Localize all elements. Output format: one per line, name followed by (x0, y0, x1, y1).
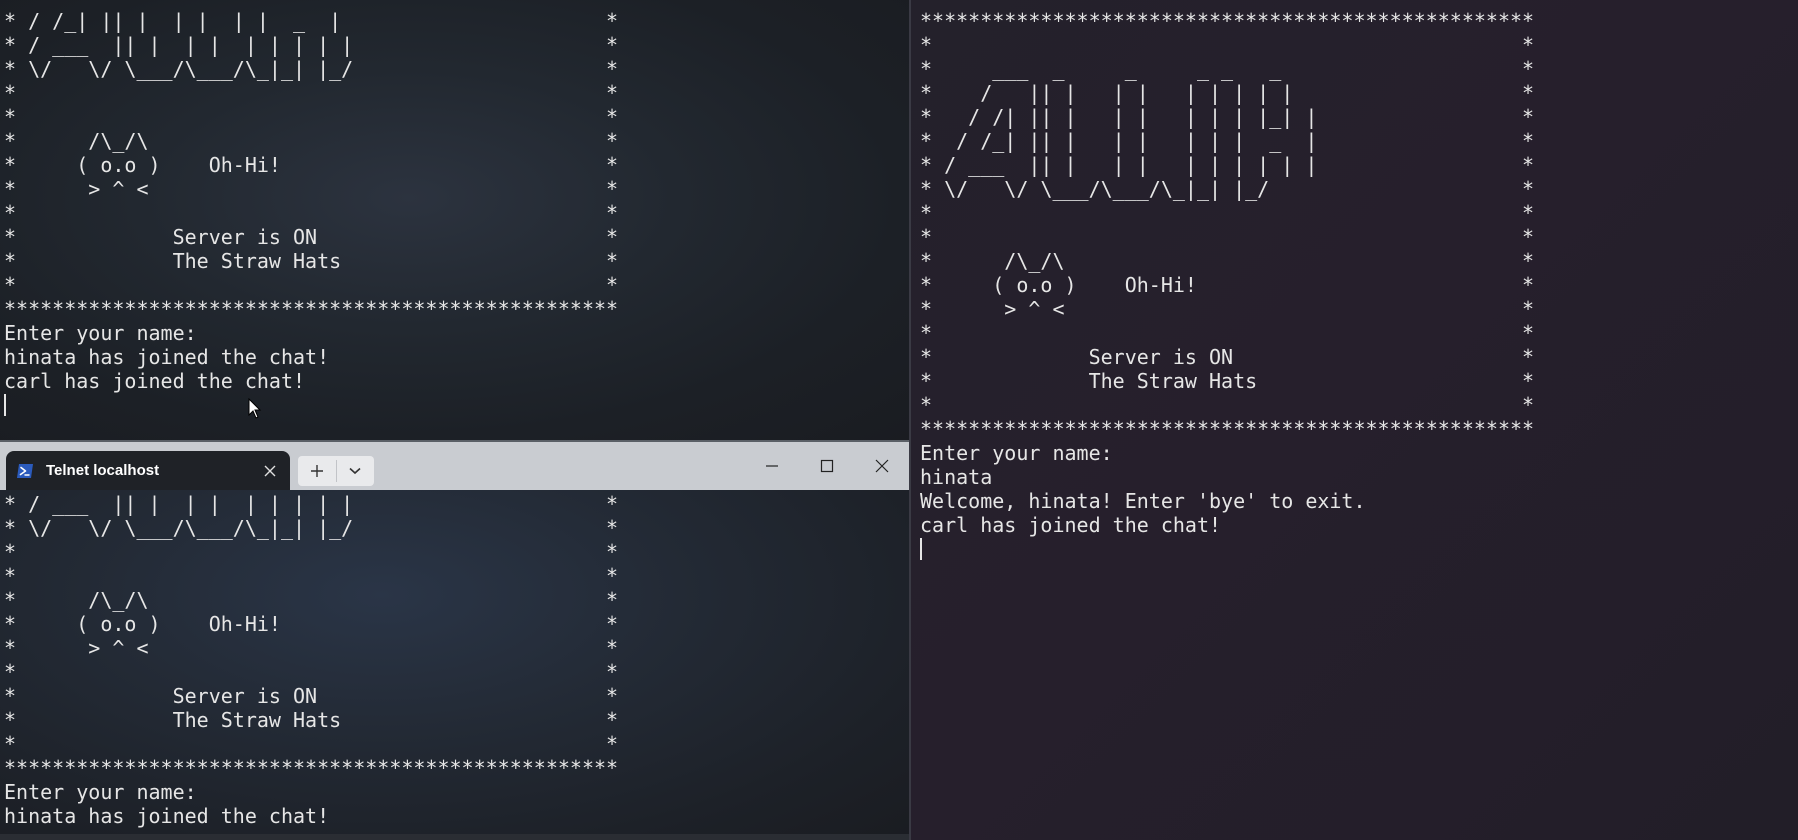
right-terminal-output: ****************************************… (920, 9, 1534, 561)
right-terminal-pane[interactable]: ****************************************… (911, 0, 1798, 840)
terminal-line: * \/ \/ \___/\___/\_|_| |_/ * (4, 516, 619, 540)
terminal-line: * The Straw Hats * (4, 708, 619, 732)
terminal-line: * ( o.o ) Oh-Hi! * (4, 153, 619, 177)
maximize-button[interactable] (799, 442, 854, 490)
terminal-line: * \/ \/ \___/\___/\_|_| |_/ * (4, 57, 619, 81)
terminal-line: * * (4, 660, 619, 684)
terminal-line: ****************************************… (4, 297, 619, 321)
tab-title: Telnet localhost (46, 462, 160, 479)
terminal-line: * / ___ || | | | | | | | | * (4, 492, 619, 516)
terminal-line: carl has joined the chat! (920, 513, 1222, 537)
terminal-line: * * (4, 81, 619, 105)
terminal-line: * Server is ON * (920, 345, 1535, 369)
window-controls (744, 442, 909, 490)
terminal-line: * * (4, 564, 619, 588)
terminal-line: hinata has joined the chat! (4, 804, 330, 828)
terminal-line: * / ___ || | | | | | | | | | * (920, 153, 1535, 177)
terminal-line: * * (920, 321, 1535, 345)
terminal-line: Enter your name: (4, 321, 197, 345)
minimize-icon (765, 465, 778, 467)
close-icon (875, 459, 888, 473)
terminal-line: * > ^ < * (920, 297, 1535, 321)
terminal-line: * /\_/\ * (4, 588, 619, 612)
tab-dropdown-button[interactable] (336, 456, 374, 486)
terminal-line: * Server is ON * (4, 225, 619, 249)
desktop: * / /_| || | | | | | _ | * * / ___ || | … (0, 0, 1798, 840)
terminal-line: * / /_| || | | | | | | _ | * (920, 129, 1535, 153)
terminal-line: ****************************************… (920, 417, 1535, 441)
terminal-line: hinata has joined the chat! (4, 345, 330, 369)
terminal-line: * ( o.o ) Oh-Hi! * (920, 273, 1535, 297)
powershell-icon (17, 463, 33, 478)
terminal-line: * / || | | | | | | | | * (920, 81, 1535, 105)
chevron-down-icon (349, 467, 361, 475)
terminal-line: * * (920, 33, 1535, 57)
terminal-line: * The Straw Hats * (4, 249, 619, 273)
terminal-line: * / /| || | | | | | | |_| | * (920, 105, 1535, 129)
top-left-terminal-output: * / /_| || | | | | | _ | * * / ___ || | … (4, 9, 618, 417)
plus-icon (310, 465, 323, 477)
terminal-line: ****************************************… (4, 756, 619, 780)
close-icon (264, 465, 276, 476)
terminal-line: * Server is ON * (4, 684, 619, 708)
maximize-icon (820, 459, 833, 473)
window-title-bar[interactable]: Telnet localhost (0, 442, 909, 490)
terminal-line: carl has joined the chat! (4, 369, 306, 393)
terminal-line: * * (4, 732, 619, 756)
terminal-line: * * (920, 225, 1535, 249)
terminal-line: * > ^ < * (4, 636, 619, 660)
terminal-line: * / ___ || | | | | | | | | * (4, 33, 619, 57)
terminal-line: * * (4, 105, 619, 129)
terminal-line: * ___ _ _ _ _ _ * (920, 57, 1535, 81)
terminal-line: * ( o.o ) Oh-Hi! * (4, 612, 619, 636)
terminal-line: * * (920, 201, 1535, 225)
tab-telnet-localhost[interactable]: Telnet localhost (6, 451, 290, 490)
terminal-line: * The Straw Hats * (920, 369, 1535, 393)
terminal-line: * * (4, 540, 619, 564)
terminal-line: Welcome, hinata! Enter 'bye' to exit. (920, 489, 1366, 513)
top-left-terminal-pane[interactable]: * / /_| || | | | | | _ | * * / ___ || | … (0, 0, 909, 440)
minimize-button[interactable] (744, 442, 799, 490)
terminal-line: * * (920, 393, 1535, 417)
terminal-line: Enter your name: (4, 780, 197, 804)
bottom-left-terminal-output: * / ___ || | | | | | | | | * * \/ \/ \__… (4, 492, 618, 828)
new-tab-button[interactable] (298, 456, 336, 486)
terminal-line: * / /_| || | | | | | _ | * (4, 9, 619, 33)
terminal-line: * * (4, 273, 619, 297)
text-cursor (4, 394, 6, 416)
close-window-button[interactable] (854, 442, 909, 490)
text-cursor (920, 538, 922, 560)
terminal-line: ****************************************… (920, 9, 1535, 33)
tab-actions (298, 456, 374, 486)
close-tab-button[interactable] (260, 461, 280, 481)
terminal-line: Enter your name: (920, 441, 1113, 465)
terminal-line: * > ^ < * (4, 177, 619, 201)
terminal-line: * \/ \/ \___/\___/\_|_| |_/ * (920, 177, 1535, 201)
mouse-pointer-icon (248, 398, 262, 419)
terminal-line: * /\_/\ * (920, 249, 1535, 273)
bottom-left-terminal-pane[interactable]: * / ___ || | | | | | | | | * * \/ \/ \__… (0, 490, 909, 840)
pane-bottom-edge (0, 834, 909, 840)
terminal-line: * * (4, 201, 619, 225)
terminal-line: * /\_/\ * (4, 129, 619, 153)
terminal-line: hinata (920, 465, 993, 489)
